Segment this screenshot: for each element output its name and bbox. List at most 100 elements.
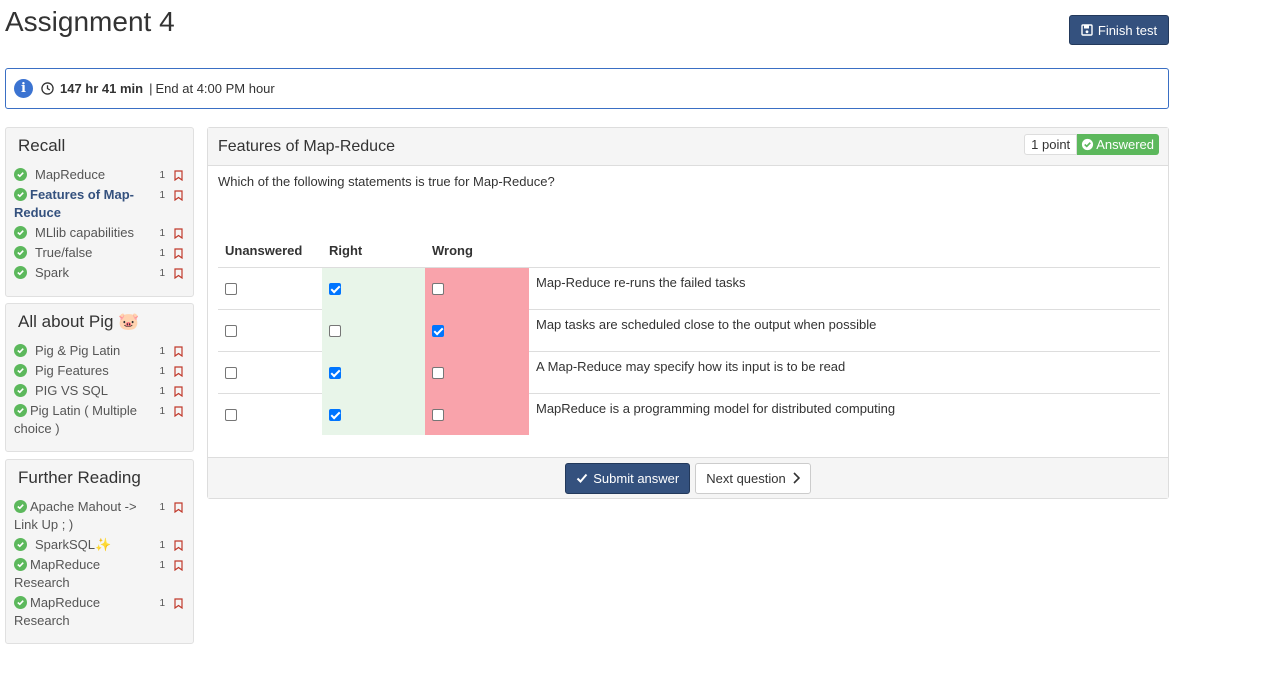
next-question-button[interactable]: Next question (695, 462, 811, 494)
unanswered-checkbox[interactable] (225, 324, 237, 337)
wrong-checkbox[interactable] (432, 282, 444, 295)
bookmark-icon[interactable] (174, 406, 183, 417)
page-title: Assignment 4 (5, 6, 175, 37)
submit-answer-button[interactable]: Submit answer (565, 462, 691, 494)
check-circle-icon (14, 188, 27, 201)
question-panel: Features of Map-Reduce 1 point Answered … (207, 127, 1169, 499)
wrong-cell (425, 308, 529, 351)
answers-table: Unanswered Right Wrong Map-Reduce re-run… (218, 234, 1160, 435)
sidebar-item-label: MLlib capabilities (35, 225, 134, 240)
bookmark-icon[interactable] (174, 190, 183, 201)
sidebar-item-spark[interactable]: Spark 1 (14, 264, 185, 282)
clock-icon (41, 82, 54, 95)
sidebar-item-mapreduce-research-2[interactable]: MapReduce Research 1 (14, 594, 185, 630)
bookmark-icon[interactable] (174, 560, 183, 571)
check-circle-icon (14, 500, 27, 513)
bookmark-icon[interactable] (174, 248, 183, 259)
right-checkbox[interactable] (329, 366, 341, 379)
bookmark-icon[interactable] (174, 386, 183, 397)
submit-answer-label: Submit answer (593, 470, 680, 486)
sidebar-section-further-reading: Further Reading Apache Mahout -> Link Up… (5, 459, 194, 644)
bookmark-icon[interactable] (174, 228, 183, 239)
unanswered-cell (218, 266, 322, 309)
unanswered-cell (218, 350, 322, 393)
bookmark-icon[interactable] (174, 366, 183, 377)
sidebar-item-features-of-map-reduce[interactable]: Features of Map-Reduce 1 (14, 186, 185, 222)
question-title: Features of Map-Reduce (218, 137, 395, 155)
sidebar-item-pig-latin-multiple-choice[interactable]: Pig Latin ( Multiple choice ) 1 (14, 402, 185, 438)
sidebar-item-pig-features[interactable]: Pig Features 1 (14, 362, 185, 380)
bookmark-icon[interactable] (174, 540, 183, 551)
points-badge: 1 point (1024, 134, 1078, 155)
unanswered-checkbox[interactable] (225, 408, 237, 421)
bookmark-icon[interactable] (174, 502, 183, 513)
sidebar-section-recall: Recall MapReduce 1 Features of Map-Reduc… (5, 127, 194, 297)
right-cell (322, 392, 425, 435)
check-circle-icon (14, 266, 27, 279)
statement-text: A Map-Reduce may specify how its input i… (529, 350, 1160, 393)
sidebar-item-apache-mahout[interactable]: Apache Mahout -> Link Up ; ) 1 (14, 498, 185, 534)
item-points: 1 (159, 406, 165, 417)
finish-test-button[interactable]: Finish test (1069, 15, 1169, 45)
unanswered-checkbox[interactable] (225, 366, 237, 379)
bookmark-icon[interactable] (174, 598, 183, 609)
item-points: 1 (159, 386, 165, 397)
answered-badge: Answered (1077, 134, 1159, 155)
bookmark-icon[interactable] (174, 170, 183, 181)
check-circle-icon (14, 596, 27, 609)
chevron-right-icon (793, 472, 800, 484)
wrong-checkbox[interactable] (432, 366, 444, 379)
statement-text: MapReduce is a programming model for dis… (529, 392, 1160, 435)
sidebar-item-label: MapReduce (35, 167, 106, 182)
item-points: 1 (159, 228, 165, 239)
sidebar-item-pig-vs-sql[interactable]: PIG VS SQL 1 (14, 382, 185, 400)
answer-row: Map tasks are scheduled close to the out… (218, 308, 1160, 351)
sidebar-item-sparksql[interactable]: SparkSQL✨ 1 (14, 536, 185, 554)
question-footer: Submit answer Next question (208, 457, 1168, 498)
right-checkbox[interactable] (329, 408, 341, 421)
column-header-unanswered: Unanswered (218, 234, 322, 268)
sidebar-item-mllib-capabilities[interactable]: MLlib capabilities 1 (14, 224, 185, 242)
check-circle-icon (14, 404, 27, 417)
sidebar-item-true-false[interactable]: True/false 1 (14, 244, 185, 262)
check-circle-icon (14, 246, 27, 259)
statement-text: Map-Reduce re-runs the failed tasks (529, 266, 1160, 309)
sidebar-item-label: Pig & Pig Latin (35, 343, 121, 358)
check-circle-icon (14, 364, 27, 377)
item-points: 1 (159, 268, 165, 279)
right-cell (322, 266, 425, 309)
check-icon (577, 473, 588, 483)
right-checkbox[interactable] (329, 282, 341, 295)
unanswered-checkbox[interactable] (225, 282, 237, 295)
right-cell (322, 350, 425, 393)
sidebar-item-mapreduce[interactable]: MapReduce 1 (14, 166, 185, 184)
info-icon: i (14, 79, 33, 98)
wrong-cell (425, 392, 529, 435)
statement-text: Map tasks are scheduled close to the out… (529, 308, 1160, 351)
sidebar-item-label: Pig Latin ( Multiple choice ) (14, 403, 137, 436)
timer-bar: i 147 hr 41 min | End at 4:00 PM hour (5, 68, 1169, 109)
end-time: End at 4:00 PM hour (155, 81, 275, 96)
wrong-checkbox[interactable] (432, 408, 444, 421)
check-circle-icon (14, 168, 27, 181)
sidebar-item-label: SparkSQL✨ (35, 537, 112, 552)
time-remaining: 147 hr 41 min (60, 81, 144, 96)
save-icon (1081, 24, 1093, 36)
sidebar-item-pig-and-pig-latin[interactable]: Pig & Pig Latin 1 (14, 342, 185, 360)
column-header-right: Right (322, 234, 425, 268)
item-points: 1 (159, 170, 165, 181)
bookmark-icon[interactable] (174, 268, 183, 279)
bookmark-icon[interactable] (174, 346, 183, 357)
sidebar-item-label: Apache Mahout -> Link Up ; ) (14, 499, 137, 532)
wrong-checkbox[interactable] (432, 324, 444, 337)
question-badges: 1 point Answered (1024, 134, 1159, 155)
section-title: All about Pig 🐷 (18, 312, 140, 331)
unanswered-cell (218, 308, 322, 351)
unanswered-cell (218, 392, 322, 435)
right-checkbox[interactable] (329, 324, 341, 337)
item-points: 1 (159, 502, 165, 513)
sidebar-item-mapreduce-research-1[interactable]: MapReduce Research 1 (14, 556, 185, 592)
item-points: 1 (159, 598, 165, 609)
answer-row: MapReduce is a programming model for dis… (218, 392, 1160, 435)
answered-label: Answered (1096, 137, 1154, 152)
